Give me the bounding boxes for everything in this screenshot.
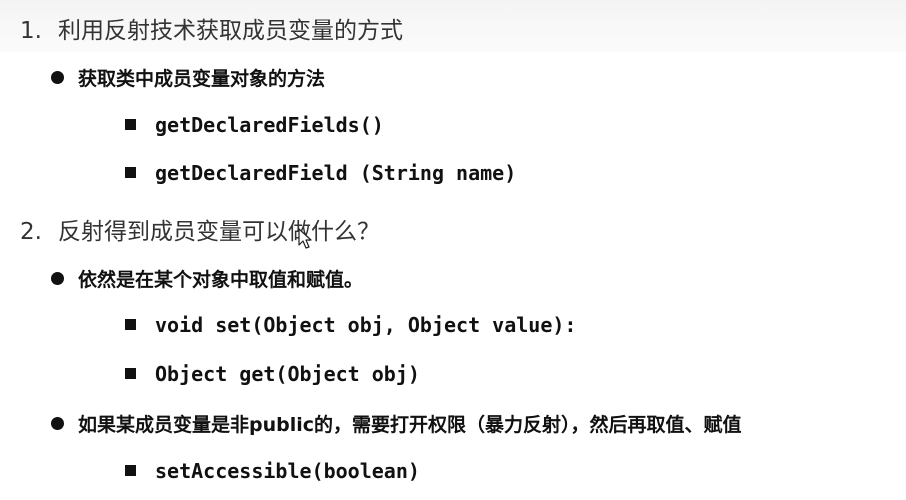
item-object-get: Object get(Object obj) xyxy=(125,362,420,386)
item-text: setAccessible(boolean) xyxy=(155,459,420,483)
bullet-text: 如果某成员变量是非public的，需要打开权限（暴力反射），然后再取值、赋值 xyxy=(78,414,742,436)
item-get-declared-field: getDeclaredField (String name) xyxy=(125,161,516,185)
square-bullet-icon xyxy=(125,319,136,330)
section-2-title: 反射得到成员变量可以做什么？ xyxy=(58,219,380,245)
bullet-text: 获取类中成员变量对象的方法 xyxy=(78,68,326,90)
bullet-non-public-access: 如果某成员变量是非public的，需要打开权限（暴力反射），然后再取值、赋值 xyxy=(51,410,742,437)
section-1-title: 利用反射技术获取成员变量的方式 xyxy=(58,18,403,44)
bullet-dot-icon xyxy=(51,71,64,84)
square-bullet-icon xyxy=(125,465,136,476)
square-bullet-icon xyxy=(125,368,136,379)
square-bullet-icon xyxy=(125,167,136,178)
section-1-heading: 1. 利用反射技术获取成员变量的方式 xyxy=(20,11,403,45)
item-get-declared-fields: getDeclaredFields() xyxy=(125,113,384,137)
item-set-accessible: setAccessible(boolean) xyxy=(125,459,420,483)
bullet-get-set-value: 依然是在某个对象中取值和赋值。 xyxy=(51,265,363,292)
item-text: Object get(Object obj) xyxy=(155,362,420,386)
item-void-set: void set(Object obj, Object value): xyxy=(125,313,576,337)
item-text: getDeclaredField (String name) xyxy=(155,161,517,185)
bullet-get-fields-methods: 获取类中成员变量对象的方法 xyxy=(51,64,325,91)
item-text: void set(Object obj, Object value): xyxy=(155,313,577,337)
section-2-heading: 2. 反射得到成员变量可以做什么？ xyxy=(20,212,380,246)
bullet-dot-icon xyxy=(51,272,64,285)
square-bullet-icon xyxy=(125,119,136,130)
item-text: getDeclaredFields() xyxy=(155,113,384,137)
section-1-number: 1. xyxy=(20,18,42,44)
bullet-text: 依然是在某个对象中取值和赋值。 xyxy=(78,269,364,291)
bullet-dot-icon xyxy=(51,417,64,430)
section-2-number: 2. xyxy=(20,219,42,245)
mouse-pointer-icon xyxy=(298,228,312,249)
